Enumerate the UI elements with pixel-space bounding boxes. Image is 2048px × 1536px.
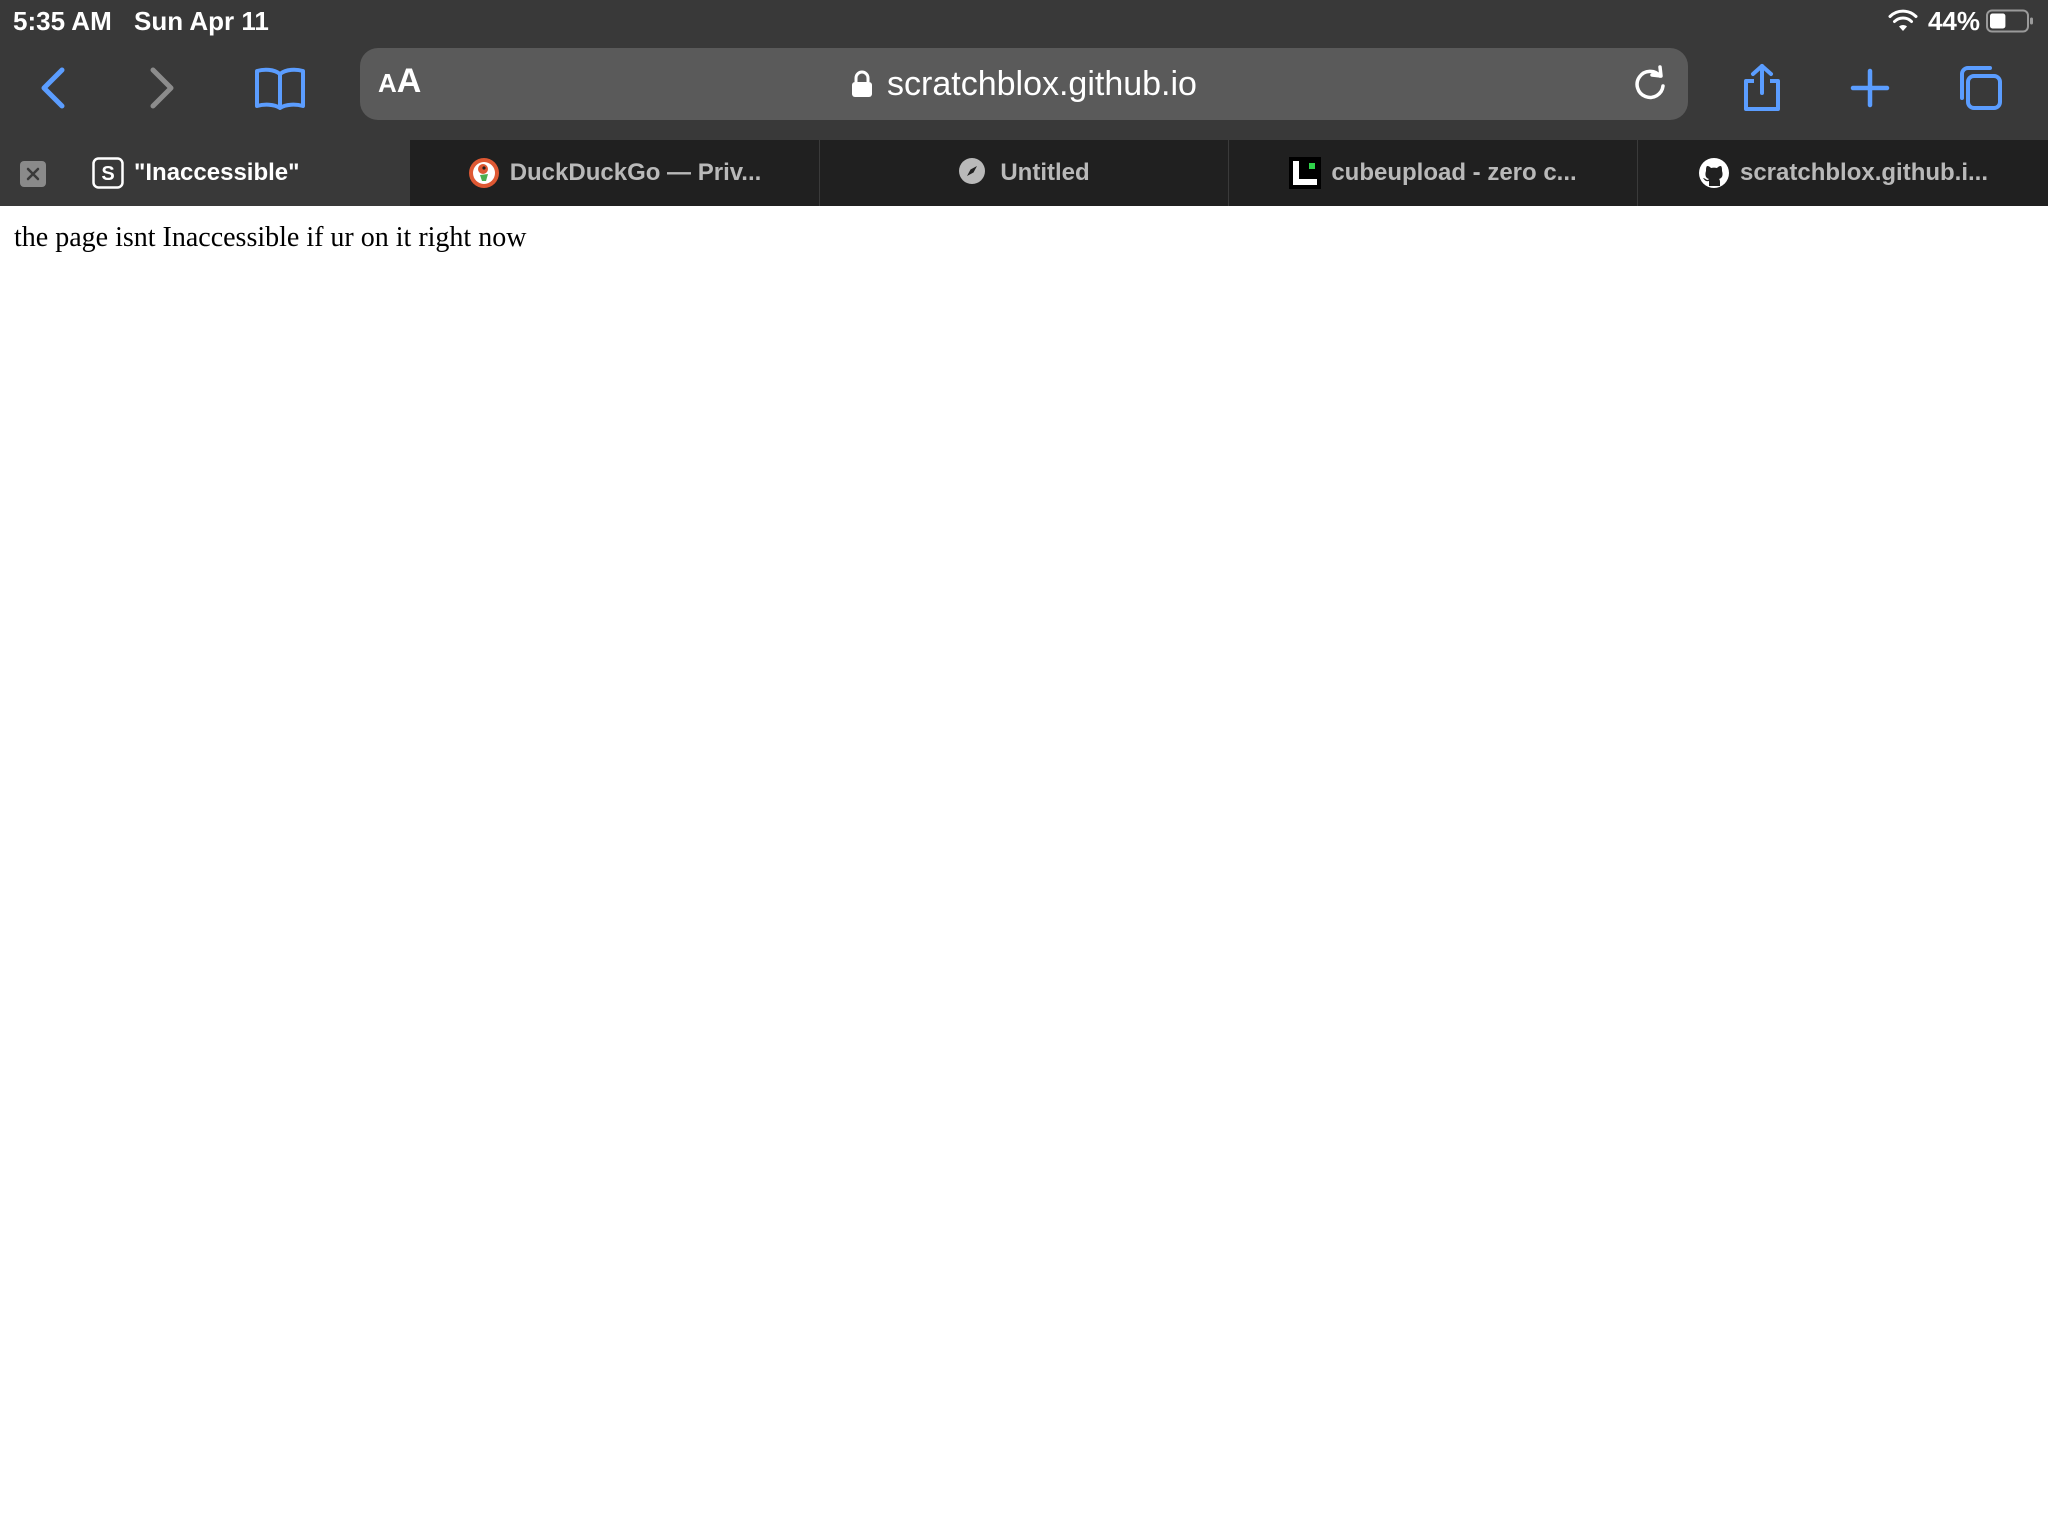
svg-text:S: S [101,163,114,185]
url-text: scratchblox.github.io [887,64,1197,103]
github-icon [1698,157,1730,189]
book-icon [255,67,305,110]
wifi-icon [1888,9,1918,33]
browser-chrome: 5:35 AM Sun Apr 11 44% A A scratchblox.g… [0,0,2048,140]
tab-cubeupload[interactable]: cubeupload - zero c... [1228,140,1637,206]
tab-label: Untitled [1000,159,1090,186]
browser-toolbar: A A scratchblox.github.io [0,44,2048,140]
lock-icon [851,70,873,98]
back-button[interactable] [21,56,85,120]
tab-duckduckgo[interactable]: DuckDuckGo — Priv... [410,140,819,206]
tab-overview-button[interactable] [1948,56,2012,120]
tab-untitled[interactable]: Untitled [819,140,1228,206]
close-tab-button[interactable] [20,161,46,187]
chevron-right-icon [150,67,174,109]
status-time: 5:35 AM [13,6,112,36]
status-indicators: 44% [1888,6,2034,36]
tabs-overview-icon [1960,66,2002,110]
address-bar[interactable]: A A scratchblox.github.io [360,48,1688,120]
tab-label: "Inaccessible" [134,159,300,186]
tab-scratchblox[interactable]: scratchblox.github.i... [1637,140,2048,206]
battery-fill [1990,13,2006,29]
status-bar: 5:35 AM Sun Apr 11 44% [0,0,2048,40]
plus-icon [1850,68,1890,108]
reload-icon [1635,65,1665,100]
share-icon [1744,64,1780,111]
reload-button[interactable] [1630,64,1670,104]
tab-strip: S "Inaccessible" DuckDuckGo — Priv... Un… [0,140,2048,206]
battery-percent: 44% [1927,5,1980,36]
duckduckgo-icon [468,157,500,189]
compass-icon [958,157,990,189]
tab-label: scratchblox.github.i... [1739,159,1989,186]
tab-label: cubeupload - zero c... [1331,159,1577,186]
forward-button[interactable] [130,56,194,120]
cubeupload-icon [1289,157,1322,189]
s-letter-icon: S [92,157,124,189]
close-icon [26,167,40,181]
status-date: Sun Apr 11 [134,6,269,36]
chevron-left-icon [41,67,65,109]
url-display[interactable]: scratchblox.github.io [360,48,1688,120]
bookmarks-button[interactable] [248,56,312,120]
tab-inaccessible[interactable]: S "Inaccessible" [0,140,410,206]
tab-label: DuckDuckGo — Priv... [509,159,762,186]
share-button[interactable] [1730,56,1794,120]
battery-icon [1986,9,2034,33]
new-tab-button[interactable] [1838,56,1902,120]
page-body-text: the page isnt Inaccessible if ur on it r… [14,222,527,253]
